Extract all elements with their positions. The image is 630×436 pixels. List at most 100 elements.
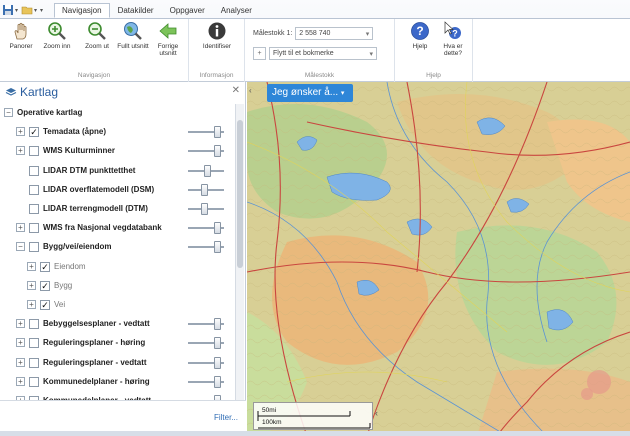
collapse-root-icon[interactable]: − xyxy=(4,108,13,117)
layer-visibility-checkbox[interactable]: ✓ xyxy=(40,281,50,291)
layer-row[interactable]: − Bygg/vei/eiendom xyxy=(0,238,234,256)
close-icon[interactable]: ✕ xyxy=(232,85,240,96)
layer-row[interactable]: LIDAR overflatemodell (DSM) xyxy=(0,181,234,199)
scale-km-label: 100km xyxy=(262,419,282,426)
layer-label: Bygg/vei/eiendom xyxy=(43,242,112,251)
group-hjelp: ? Hjelp ? Hva er dette? Hjelp xyxy=(395,19,473,82)
slider-thumb[interactable] xyxy=(201,184,208,196)
expand-icon[interactable]: + xyxy=(16,358,25,367)
slider-thumb[interactable] xyxy=(214,337,221,349)
layer-visibility-checkbox[interactable] xyxy=(29,185,39,195)
bookmark-combobox[interactable]: Flytt til et bokmerke ▾ xyxy=(269,47,377,60)
layer-row[interactable]: + ✓ Temadata (åpne) xyxy=(0,123,234,141)
layer-row[interactable]: + Bebyggelsesplaner - vedtatt xyxy=(0,315,234,333)
layer-opacity-slider[interactable] xyxy=(188,376,224,388)
full-extent-button[interactable]: Fullt utsnitt xyxy=(116,21,150,50)
layer-opacity-slider[interactable] xyxy=(188,184,224,196)
layer-row[interactable]: + Reguleringsplaner - høring xyxy=(0,334,234,352)
layer-row[interactable]: +Kommunedelplaner - vedtatt xyxy=(0,392,234,400)
layer-opacity-slider[interactable] xyxy=(188,357,224,369)
customize-quick-toolbar[interactable]: ▾ xyxy=(40,7,43,14)
layer-opacity-slider[interactable] xyxy=(188,318,224,330)
what-is-this-button[interactable]: ? Hva er dette? xyxy=(436,21,470,57)
scale-miles-label: 50mi xyxy=(262,407,277,414)
filter-link[interactable]: Filter... xyxy=(214,413,238,422)
layer-opacity-slider[interactable] xyxy=(188,126,224,138)
pan-button[interactable]: Panorer xyxy=(4,21,38,50)
layer-row[interactable]: + Kommunedelplaner - høring xyxy=(0,373,234,391)
tab-analyser[interactable]: Analyser xyxy=(213,3,260,18)
layer-tree-scrollbar[interactable] xyxy=(235,104,244,400)
open-quick-button[interactable]: ▾ xyxy=(21,4,37,16)
layer-opacity-slider[interactable] xyxy=(188,145,224,157)
layer-row[interactable]: + ✓ Eiendom xyxy=(0,258,234,276)
layer-opacity-slider[interactable] xyxy=(188,203,224,215)
layer-visibility-checkbox[interactable] xyxy=(29,146,39,156)
quick-access-toolbar: ▾ ▾ ▾ xyxy=(2,3,43,17)
save-quick-button[interactable]: ▾ xyxy=(2,4,18,16)
scale-label: Målestokk 1: xyxy=(253,30,293,37)
i-want-to-dropdown[interactable]: Jeg ønsker å... ▾ xyxy=(267,84,353,102)
layer-row[interactable]: + Reguleringsplaner - vedtatt xyxy=(0,354,234,372)
layer-row[interactable]: + ✓ Bygg xyxy=(0,277,234,295)
layer-visibility-checkbox[interactable] xyxy=(29,319,39,329)
layer-row[interactable]: LIDAR terrengmodell (DTM) xyxy=(0,200,234,218)
map-view[interactable]: ‹ Jeg ønsker å... ▾ 50mi 100km ‹ xyxy=(247,82,630,436)
layer-opacity-slider[interactable] xyxy=(188,165,224,177)
expand-icon[interactable]: + xyxy=(27,262,36,271)
layer-visibility-checkbox[interactable] xyxy=(29,166,39,176)
layer-row[interactable]: + ✓ Vei xyxy=(0,296,234,314)
map-canvas[interactable] xyxy=(247,82,630,436)
slider-thumb[interactable] xyxy=(214,126,221,138)
slider-thumb[interactable] xyxy=(214,376,221,388)
layer-visibility-checkbox[interactable] xyxy=(29,338,39,348)
layer-label: WMS Kulturminner xyxy=(43,146,115,155)
slider-thumb[interactable] xyxy=(214,318,221,330)
identify-button[interactable]: Identifiser xyxy=(194,21,240,50)
scrollbar-thumb[interactable] xyxy=(237,120,243,268)
layer-row[interactable]: + WMS fra Nasjonal vegdatabank xyxy=(0,219,234,237)
slider-thumb[interactable] xyxy=(214,241,221,253)
layer-opacity-slider[interactable] xyxy=(188,241,224,253)
collapse-icon[interactable]: − xyxy=(16,242,25,251)
layer-visibility-checkbox[interactable] xyxy=(29,377,39,387)
slider-thumb[interactable] xyxy=(214,357,221,369)
expand-icon[interactable]: + xyxy=(16,377,25,386)
expand-icon[interactable]: + xyxy=(27,281,36,290)
previous-extent-button[interactable]: Forrige utsnitt xyxy=(151,21,185,57)
expand-icon[interactable]: + xyxy=(16,223,25,232)
expand-icon[interactable]: + xyxy=(27,300,36,309)
layers-panel-header: Kartlag ✕ xyxy=(0,82,246,102)
layer-row[interactable]: + WMS Kulturminner xyxy=(0,142,234,160)
add-bookmark-button[interactable]: + xyxy=(253,47,266,60)
tab-oppgaver[interactable]: Oppgaver xyxy=(162,3,213,18)
previous-extent-label: Forrige utsnitt xyxy=(157,43,179,57)
layer-opacity-slider[interactable] xyxy=(188,222,224,234)
slider-thumb[interactable] xyxy=(214,222,221,234)
layer-visibility-checkbox[interactable]: ✓ xyxy=(29,127,39,137)
help-button[interactable]: ? Hjelp xyxy=(403,21,437,50)
expand-icon[interactable]: + xyxy=(16,127,25,136)
tab-datakilder[interactable]: Datakilder xyxy=(110,3,162,18)
slider-thumb[interactable] xyxy=(201,203,208,215)
expand-icon[interactable]: + xyxy=(16,146,25,155)
layer-visibility-checkbox[interactable] xyxy=(29,358,39,368)
expand-icon[interactable]: + xyxy=(16,338,25,347)
layer-visibility-checkbox[interactable]: ✓ xyxy=(40,262,50,272)
layer-visibility-checkbox[interactable]: ✓ xyxy=(40,300,50,310)
collapse-panel-icon[interactable]: ‹ xyxy=(249,86,252,95)
zoom-in-button[interactable]: Zoom inn xyxy=(40,21,74,50)
expand-icon[interactable]: + xyxy=(16,319,25,328)
slider-thumb[interactable] xyxy=(214,145,221,157)
scale-combobox[interactable]: 2 558 740 ▾ xyxy=(295,27,374,40)
layer-row[interactable]: LIDAR DTM punkttetthet xyxy=(0,162,234,180)
layer-opacity-slider[interactable] xyxy=(188,337,224,349)
collapse-scale-icon[interactable]: ‹ xyxy=(375,408,378,418)
layer-visibility-checkbox[interactable] xyxy=(29,223,39,233)
slider-thumb[interactable] xyxy=(204,165,211,177)
ribbon: ▾ ▾ ▾ Navigasjon Datakilder Oppgaver Ana… xyxy=(0,0,630,82)
tab-navigasjon[interactable]: Navigasjon xyxy=(54,3,110,18)
layer-visibility-checkbox[interactable] xyxy=(29,204,39,214)
zoom-out-button[interactable]: Zoom ut xyxy=(80,21,114,50)
layer-visibility-checkbox[interactable] xyxy=(29,242,39,252)
